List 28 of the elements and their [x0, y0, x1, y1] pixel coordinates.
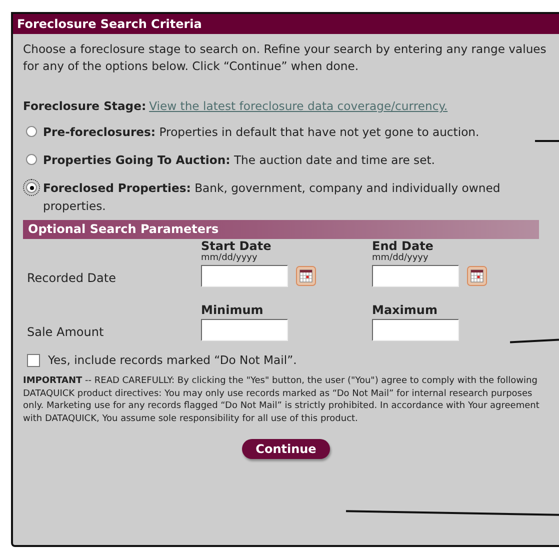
panel-title: Foreclosure Search Criteria [13, 14, 559, 34]
parameter-label: Recorded Date [26, 271, 117, 287]
stage-option-text: Foreclosed Properties: Bank, government, company and individually owned properties. [43, 180, 502, 215]
stage-label: Foreclosure Stage: [23, 99, 146, 113]
radio-button[interactable] [26, 182, 37, 193]
input-field[interactable] [372, 319, 459, 341]
column-heading: Maximum [372, 303, 438, 317]
input-field[interactable] [201, 319, 288, 341]
section-header: Optional Search Parameters [23, 220, 539, 239]
input-field[interactable] [201, 265, 288, 287]
format-hint: mm/dd/yyyy [201, 253, 258, 263]
stage-option-text: Pre-foreclosures: Properties in default that have not yet gone to auction. [43, 124, 480, 141]
radio-button[interactable] [26, 154, 37, 165]
radio-button[interactable] [26, 126, 37, 137]
column-heading: Minimum [201, 303, 264, 317]
checkbox-label: Yes, include records marked “Do Not Mail”. [48, 353, 297, 367]
checkbox[interactable] [27, 354, 40, 366]
notice-text: IMPORTANT -- READ CAREFULLY: By clicking the "Yes" button, the user ("You") agree to comply with the following DATAQUICK product directives: You may only use records marked as “Do Not Mail” for internal research purposes only. Marketing use for any records flagged “Do Not Mail” is strictly prohibited. In accordance with Your agreement with DATAQUICK, You assume sole responsibility for all use of this product. [23, 375, 540, 425]
input-field[interactable] [372, 265, 459, 287]
calendar-icon[interactable] [296, 266, 316, 286]
format-hint: mm/dd/yyyy [372, 253, 430, 263]
continue-button[interactable]: Continue [242, 439, 330, 459]
stage-option-text: Properties Going To Auction: The auction date and time are set. [43, 152, 435, 169]
column-heading: Start Date [201, 239, 272, 253]
column-heading: End Date [372, 239, 434, 253]
parameter-label: Sale Amount [26, 325, 105, 341]
intro-text: Choose a foreclosure stage to search on. Refine your search by entering any range values for any of the options below. Click “Continue” when done. [23, 41, 548, 75]
calendar-icon[interactable] [467, 266, 487, 286]
